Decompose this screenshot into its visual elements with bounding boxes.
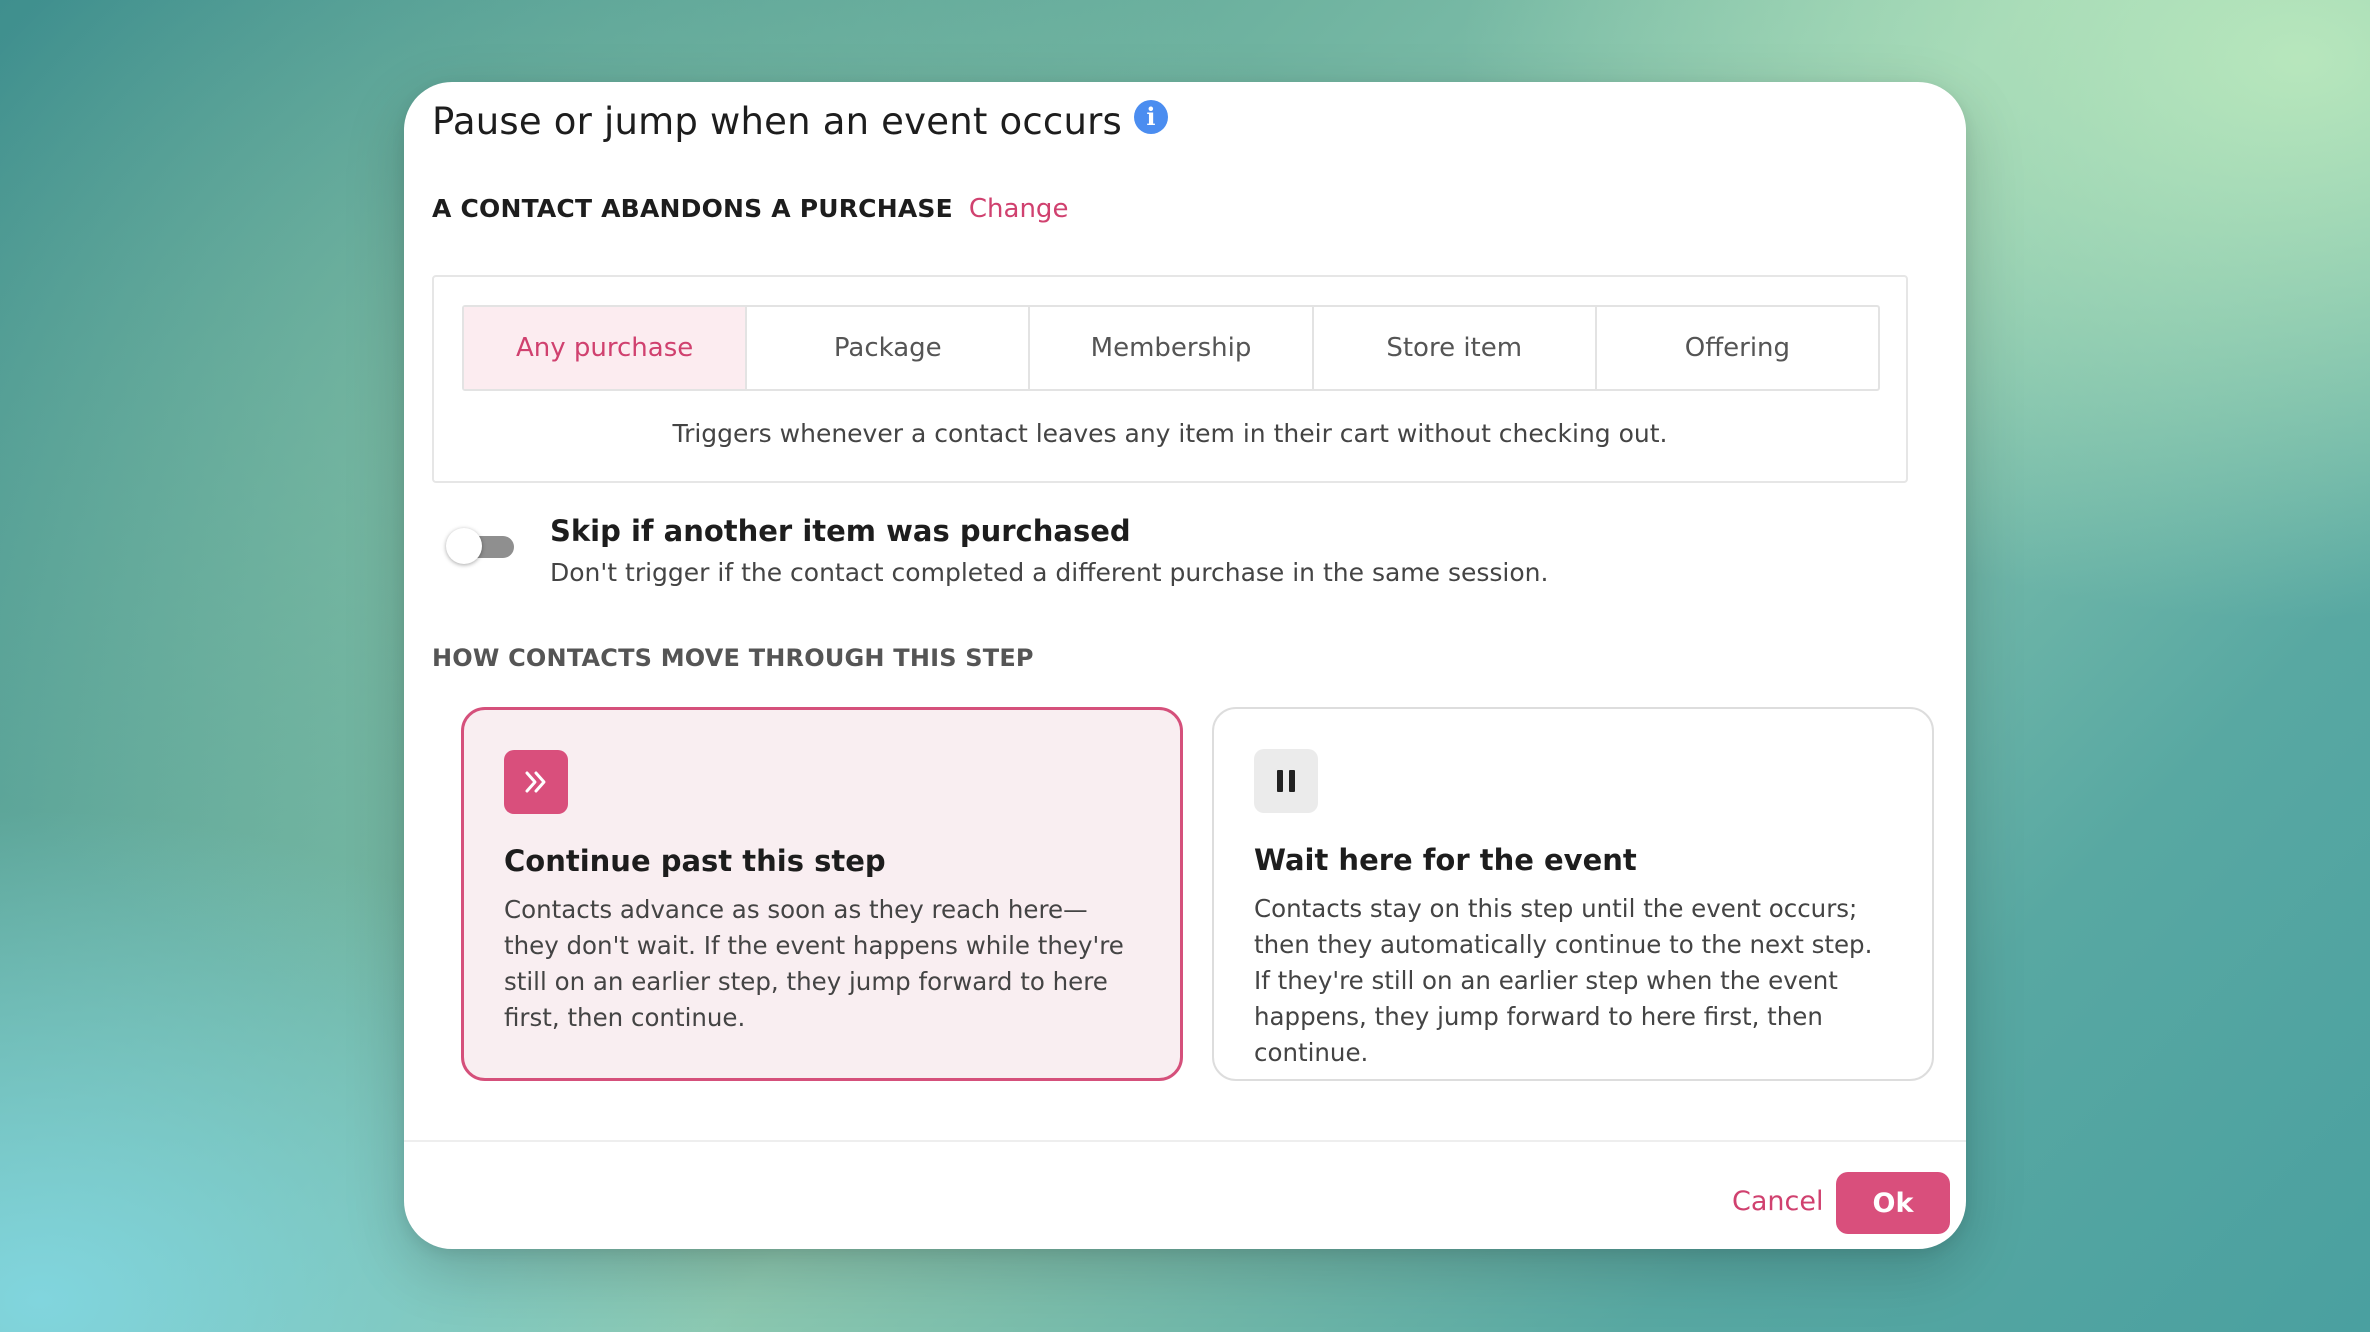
toggle-knob xyxy=(446,528,482,564)
pause-icon xyxy=(1254,749,1318,813)
option-wait-description: Contacts stay on this step until the eve… xyxy=(1254,894,1873,1067)
cancel-button[interactable]: Cancel xyxy=(1710,1170,1845,1232)
purchase-type-tabs: Any purchase Package Membership Store it… xyxy=(462,305,1880,391)
skip-option-title: Skip if another item was purchased xyxy=(550,514,1131,548)
purchase-type-description: Triggers whenever a contact leaves any i… xyxy=(672,419,1668,448)
movement-section-label: HOW CONTACTS MOVE THROUGH THIS STEP xyxy=(432,644,1034,672)
tab-package[interactable]: Package xyxy=(747,307,1031,389)
tab-offering[interactable]: Offering xyxy=(1597,307,1878,389)
skip-toggle[interactable] xyxy=(446,524,516,568)
skip-option-description: Don't trigger if the contact completed a… xyxy=(550,558,1549,587)
skip-option-text: Skip if another item was purchased Don't… xyxy=(550,514,1548,587)
fast-forward-icon xyxy=(504,750,568,814)
option-continue-title: Continue past this step xyxy=(504,844,886,878)
option-continue-description: Contacts advance as soon as they reach h… xyxy=(504,895,1124,1032)
change-trigger-link[interactable]: Change xyxy=(969,194,1069,224)
tab-membership[interactable]: Membership xyxy=(1030,307,1314,389)
dialog-header: Pause or jump when an event occurs i xyxy=(432,99,1168,143)
option-wait-card[interactable]: Wait here for the event Contacts stay on… xyxy=(1212,707,1934,1081)
option-wait-title: Wait here for the event xyxy=(1254,843,1637,877)
purchase-type-panel: Any purchase Package Membership Store it… xyxy=(432,275,1908,483)
tab-any-purchase[interactable]: Any purchase xyxy=(464,307,748,389)
info-icon[interactable]: i xyxy=(1133,99,1168,134)
dialog-title: Pause or jump when an event occurs xyxy=(432,100,1122,143)
trigger-label: A CONTACT ABANDONS A PURCHASE xyxy=(432,194,953,223)
skip-option-row: Skip if another item was purchased Don't… xyxy=(446,514,1548,587)
ok-button[interactable]: Ok xyxy=(1836,1172,1950,1234)
trigger-row: A CONTACT ABANDONS A PURCHASE Change xyxy=(432,194,1068,224)
event-dialog: Pause or jump when an event occurs i A C… xyxy=(404,82,1966,1249)
tab-store-item[interactable]: Store item xyxy=(1314,307,1597,389)
footer-divider xyxy=(404,1140,1966,1142)
option-continue-card[interactable]: Continue past this step Contacts advance… xyxy=(461,707,1183,1081)
